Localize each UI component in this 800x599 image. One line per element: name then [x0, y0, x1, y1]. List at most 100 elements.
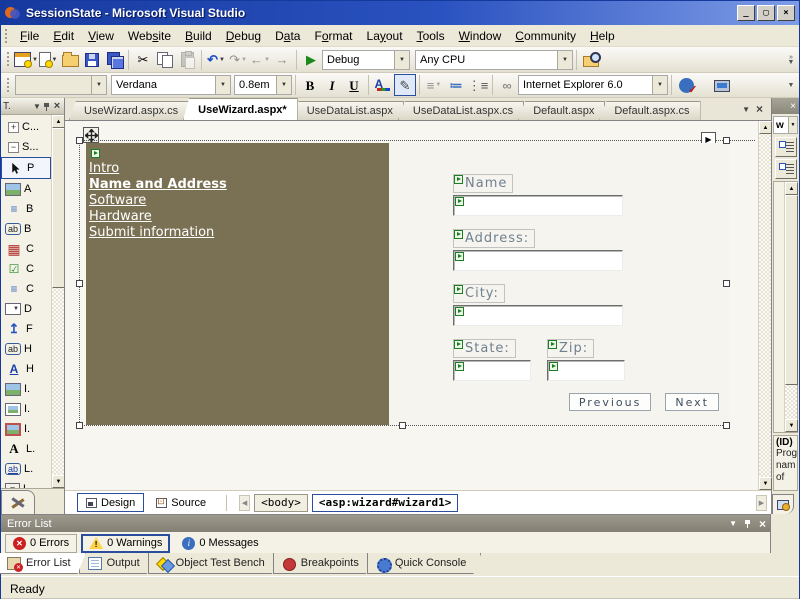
resize-handle[interactable]	[76, 280, 83, 287]
menu-item[interactable]: Format	[307, 26, 359, 46]
toolbox-item[interactable]: + C...	[1, 117, 51, 137]
foreground-color-button[interactable]: A	[372, 74, 394, 96]
textbox-control[interactable]	[453, 250, 623, 271]
toolbox-item[interactable]: ▼ D	[1, 299, 51, 319]
categorized-view-button[interactable]	[775, 137, 797, 157]
toolbox-item[interactable]: A L.	[1, 439, 51, 459]
target-browser-combo[interactable]: Internet Explorer 6.0▼	[518, 75, 668, 95]
toolbar-overflow-button[interactable]: »▼	[785, 55, 797, 65]
open-file-button[interactable]	[59, 49, 81, 71]
italic-button[interactable]: I	[321, 74, 343, 96]
properties-scrollbar[interactable]: ▲ ▼	[784, 182, 797, 432]
start-debug-button[interactable]: ▶	[300, 49, 322, 71]
design-canvas[interactable]: ▶ IntroName and AddressSoftwareHardwareS…	[65, 121, 758, 490]
toolbar-overflow-button[interactable]: ▼	[785, 83, 797, 88]
hyperlink-button[interactable]: ∞	[496, 74, 518, 96]
redo-button[interactable]: ↷▼	[227, 49, 249, 71]
toolbox-item[interactable]: I.	[1, 399, 51, 419]
toolbox-item[interactable]: ≡ C	[1, 279, 51, 299]
undo-button[interactable]: ↶▼	[205, 49, 227, 71]
menu-item[interactable]: Tools	[410, 26, 452, 46]
scroll-up-icon[interactable]: ▲	[759, 121, 772, 134]
scrollbar-thumb[interactable]	[785, 195, 798, 385]
menu-grip[interactable]	[4, 28, 9, 43]
toolbox-item[interactable]: ab L.	[1, 459, 51, 479]
document-tab[interactable]: UseDataList.aspx	[292, 101, 404, 120]
close-icon[interactable]: ×	[790, 101, 796, 112]
toolbox-item[interactable]: ab H	[1, 339, 51, 359]
save-all-button[interactable]	[103, 49, 125, 71]
menu-item[interactable]: Data	[268, 26, 307, 46]
close-icon[interactable]: ×	[759, 517, 766, 531]
toolbar-grip[interactable]	[6, 51, 11, 69]
close-button[interactable]: ×	[777, 5, 795, 21]
wizard-step-link[interactable]: Name and Address	[89, 177, 389, 193]
textbox-control[interactable]	[453, 195, 623, 216]
find-in-files-button[interactable]	[580, 49, 602, 71]
font-size-combo[interactable]: 0.8em▼	[234, 75, 292, 95]
panel-tab[interactable]: Quick Console	[367, 553, 482, 574]
chevron-down-icon[interactable]: ▼	[742, 105, 750, 114]
bulleted-list-button[interactable]: ≔	[445, 74, 467, 96]
highlight-button[interactable]: ✎	[394, 74, 416, 96]
menu-item[interactable]: Help	[583, 26, 622, 46]
wizard-step-link[interactable]: Intro	[89, 161, 389, 177]
warnings-filter-button[interactable]: ! 0 Warnings	[81, 534, 170, 553]
toolbox-item[interactable]: ≡ L.	[1, 479, 51, 488]
check-accessibility-button[interactable]	[675, 74, 697, 96]
cut-button[interactable]: ✂	[132, 49, 154, 71]
navigate-back-button[interactable]: ←▼	[249, 49, 271, 71]
resize-handle[interactable]	[76, 137, 83, 144]
next-button[interactable]: Next	[665, 393, 719, 411]
tag-scroll-right-button[interactable]: ▶	[756, 495, 767, 511]
bold-button[interactable]: B	[299, 74, 321, 96]
font-name-combo[interactable]: Verdana▼	[111, 75, 231, 95]
menu-item[interactable]: View	[81, 26, 121, 46]
scroll-down-icon[interactable]: ▼	[785, 419, 798, 432]
panel-tab[interactable]: Object Test Bench	[148, 553, 280, 574]
scroll-up-icon[interactable]: ▲	[785, 182, 798, 195]
panel-tab[interactable]: Output	[79, 553, 155, 574]
close-icon[interactable]: ×	[52, 100, 62, 112]
solution-platform-combo[interactable]: Any CPU▼	[415, 50, 573, 70]
wizard-step-link[interactable]: Hardware	[89, 209, 389, 225]
document-tab[interactable]: UseDataList.aspx.cs	[398, 101, 524, 120]
target-style-combo[interactable]: ▼	[15, 75, 107, 95]
toolbox-item[interactable]: A	[1, 179, 51, 199]
previous-button[interactable]: Previous	[569, 393, 652, 411]
resize-handle[interactable]	[723, 422, 730, 429]
paste-button[interactable]	[176, 49, 198, 71]
pin-icon[interactable]	[43, 102, 51, 111]
scrollbar-thumb[interactable]	[52, 128, 64, 288]
toolbox-item[interactable]: − S...	[1, 137, 51, 157]
tag-navigator-item[interactable]: <body>	[254, 494, 308, 512]
scroll-up-icon[interactable]: ▲	[52, 115, 64, 128]
new-website-button[interactable]: ▼	[15, 49, 37, 71]
textbox-control[interactable]	[547, 360, 625, 381]
chevron-down-icon[interactable]: ▼	[32, 102, 42, 111]
scroll-down-icon[interactable]: ▼	[759, 477, 772, 490]
add-new-item-button[interactable]: ▼	[37, 49, 59, 71]
toolbox-item[interactable]: I.	[1, 419, 51, 439]
menu-item[interactable]: Layout	[360, 26, 410, 46]
wizard-step-link[interactable]: Submit information	[89, 225, 389, 241]
resize-handle[interactable]	[399, 422, 406, 429]
errors-filter-button[interactable]: ✕ 0 Errors	[5, 534, 77, 553]
menu-item[interactable]: Website	[121, 26, 178, 46]
source-view-tab[interactable]: Source	[148, 493, 214, 512]
underline-button[interactable]: U	[343, 74, 365, 96]
copy-button[interactable]	[154, 49, 176, 71]
toolbox-item[interactable]: ≡ B	[1, 199, 51, 219]
menu-item[interactable]: Edit	[46, 26, 81, 46]
menu-item[interactable]: Community	[508, 26, 583, 46]
textbox-control[interactable]	[453, 305, 623, 326]
toolbox-scrollbar[interactable]: ▲ ▼	[51, 115, 64, 488]
wizard-control[interactable]: IntroName and AddressSoftwareHardwareSub…	[86, 143, 729, 425]
menu-item[interactable]: File	[13, 26, 46, 46]
editor-scrollbar[interactable]: ▲ ▼	[758, 121, 771, 490]
toolbar-grip[interactable]	[6, 77, 11, 94]
navigate-forward-button[interactable]: →	[271, 49, 293, 71]
close-document-icon[interactable]: ×	[756, 102, 763, 116]
panel-tab[interactable]: Error List	[0, 553, 86, 574]
toolbox-item[interactable]: I.	[1, 379, 51, 399]
